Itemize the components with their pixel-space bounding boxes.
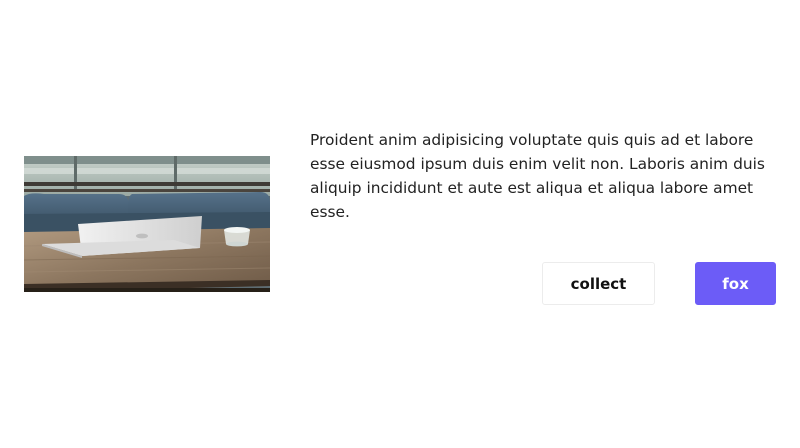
collect-button[interactable]: collect (542, 262, 655, 305)
card-description: Proident anim adipisicing voluptate quis… (310, 131, 765, 221)
laptop-photo-image (24, 156, 270, 292)
fox-button[interactable]: fox (695, 262, 776, 305)
page: Proident anim adipisicing voluptate quis… (0, 0, 800, 448)
laptop-photo (24, 156, 270, 292)
